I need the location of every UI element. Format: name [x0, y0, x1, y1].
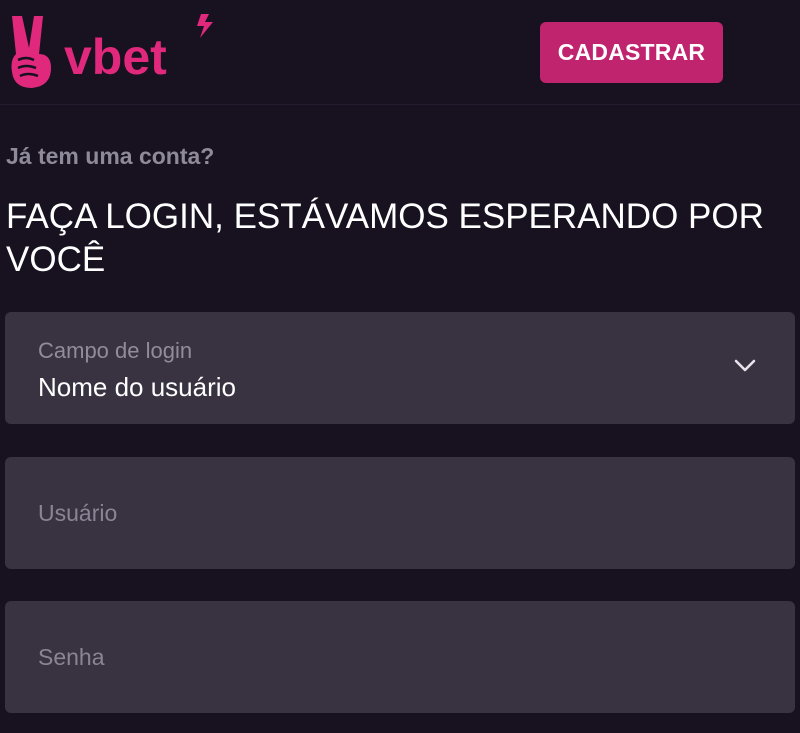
vbet-logo[interactable]: vbet — [8, 10, 218, 90]
password-field — [5, 601, 795, 713]
lightning-icon — [197, 14, 213, 38]
username-field — [5, 457, 795, 569]
login-field-select[interactable]: Campo de login Nome do usuário — [5, 312, 795, 424]
login-field-value: Nome do usuário — [38, 372, 236, 402]
logo-wordmark: vbet — [64, 29, 167, 85]
page-title: FAÇA LOGIN, ESTÁVAMOS ESPERANDO POR VOCÊ — [6, 197, 764, 279]
login-subtitle: Já tem uma conta? — [6, 143, 215, 169]
victory-hand-icon: vbet — [11, 14, 213, 88]
login-field-label: Campo de login — [38, 338, 193, 363]
header: vbet CADASTRAR — [0, 0, 800, 105]
password-input[interactable] — [5, 601, 795, 713]
register-button[interactable]: CADASTRAR — [540, 22, 723, 83]
chevron-down-icon — [734, 359, 756, 372]
username-input[interactable] — [5, 457, 795, 569]
